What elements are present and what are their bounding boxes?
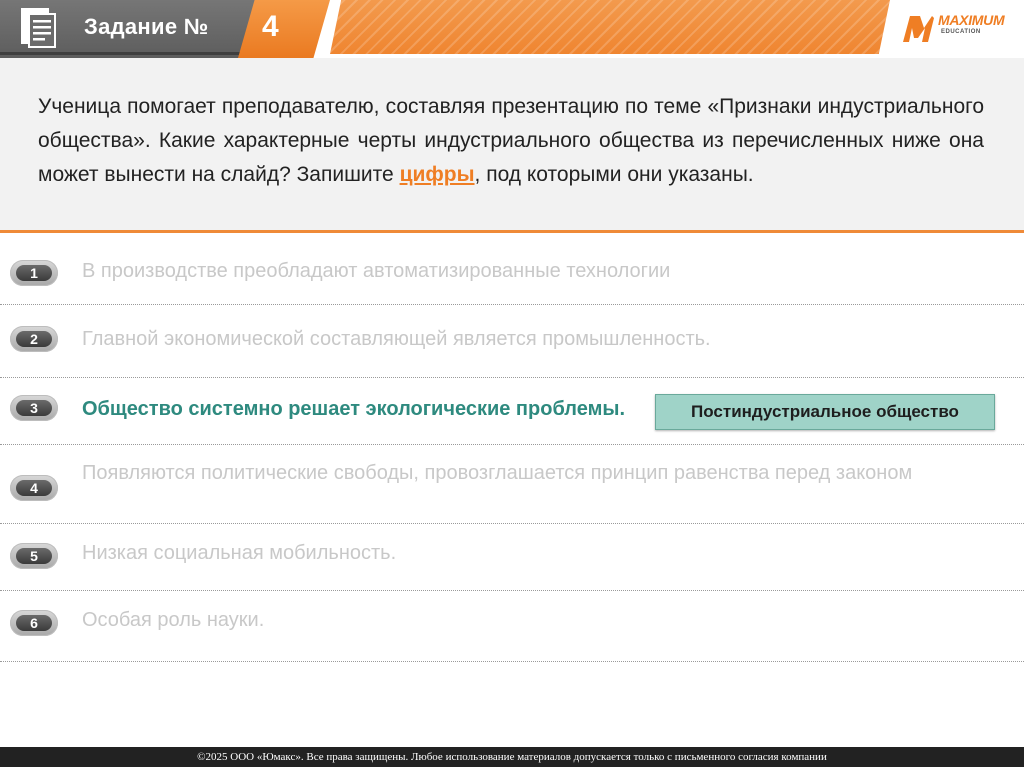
- task-number: 4: [262, 10, 279, 43]
- answer-tooltip: Постиндустриальное общество: [655, 394, 995, 430]
- option-text-1: В производстве преобладают автоматизиров…: [82, 260, 671, 282]
- logo-text: MAXIMUM: [938, 12, 1005, 28]
- option-badge-3: 3: [10, 395, 58, 421]
- option-badge-6: 6: [10, 610, 58, 636]
- question-text: Ученица помогает преподавателю, составля…: [38, 90, 984, 192]
- option-badge-1: 1: [10, 260, 58, 286]
- option-row-4[interactable]: 4 Появляются политические свободы, прово…: [0, 445, 1024, 524]
- header-divider: [0, 52, 250, 55]
- option-row-2[interactable]: 2 Главной экономической составляющей явл…: [0, 305, 1024, 378]
- option-text-4: Появляются политические свободы, провозг…: [82, 462, 913, 484]
- task-title: Задание №: [84, 14, 209, 39]
- option-text-3: Общество системно решает экологические п…: [82, 398, 626, 420]
- header-bar: Задание № 4 MAXIMUM EDUCATION: [0, 0, 1024, 58]
- option-badge-2: 2: [10, 326, 58, 352]
- option-number-6: 6: [16, 615, 52, 631]
- option-text-6: Особая роль науки.: [82, 609, 265, 631]
- option-number-5: 5: [16, 548, 52, 564]
- option-row-1[interactable]: 1 В производстве преобладают автоматизир…: [0, 236, 1024, 305]
- logo-subtext: EDUCATION: [941, 29, 981, 35]
- option-number-2: 2: [16, 331, 52, 347]
- option-row-5[interactable]: 5 Низкая социальная мобильность.: [0, 524, 1024, 591]
- option-text-2: Главной экономической составляющей являе…: [82, 328, 711, 350]
- option-number-1: 1: [16, 265, 52, 281]
- question-highlight: цифры: [399, 163, 475, 186]
- option-row-6[interactable]: 6 Особая роль науки.: [0, 591, 1024, 662]
- option-badge-5: 5: [10, 543, 58, 569]
- document-icon: [21, 8, 56, 48]
- option-text-5: Низкая социальная мобильность.: [82, 542, 397, 564]
- option-number-3: 3: [16, 400, 52, 416]
- copyright-footer: ©2025 ООО «Юмакс». Все права защищены. Л…: [0, 747, 1024, 767]
- question-text-end: , под которыми они указаны.: [474, 163, 754, 186]
- option-number-4: 4: [16, 480, 52, 496]
- header-striped-band: [330, 0, 890, 54]
- option-badge-4: 4: [10, 475, 58, 501]
